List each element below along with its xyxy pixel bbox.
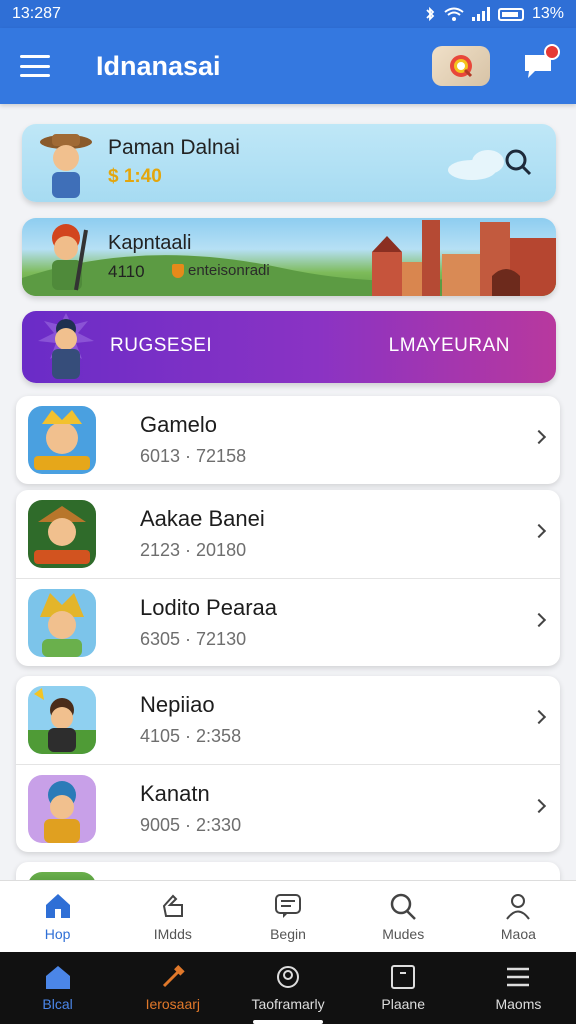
chevron-right-icon	[531, 523, 547, 539]
sys-nav-label: Plaane	[381, 996, 425, 1012]
banner-balance: $ 1:40	[108, 166, 162, 187]
record-icon	[277, 966, 299, 988]
status-bar: 13:287 13%	[0, 0, 576, 28]
banner-title: Paman Dalnai	[108, 136, 240, 159]
status-time: 13:287	[12, 5, 61, 22]
nav-modes[interactable]: IMdds	[115, 881, 230, 952]
banner-title: Kapntaali	[108, 232, 192, 254]
search-icon	[390, 893, 417, 920]
list-item[interactable]: Lodito Pearaa 6305 · 72130	[16, 578, 560, 666]
nav-search[interactable]: Mudes	[346, 881, 461, 952]
sys-nav-menu[interactable]: Maoms	[461, 952, 576, 1024]
list-item-title: Aakae Banei	[140, 506, 265, 531]
sys-nav-family[interactable]: Taoframarly	[230, 952, 345, 1024]
game-thumb-icon	[28, 589, 96, 657]
system-nav: Blcal Ierosaarj Taoframarly Plaane Maoms	[0, 952, 576, 1024]
bluetooth-icon	[426, 6, 435, 22]
nav-begin[interactable]: Begin	[230, 881, 345, 952]
home-icon	[45, 966, 70, 989]
list-item[interactable]: Nepiiao 4105 · 2:358	[16, 676, 560, 764]
sys-nav-home[interactable]: Blcal	[0, 952, 115, 1024]
banner-tag: enteisonradi	[172, 262, 270, 279]
sys-nav-label: Maoms	[495, 996, 542, 1012]
list-item-stats: 6305 · 72130	[140, 629, 247, 649]
sys-nav-label: Blcal	[42, 996, 73, 1012]
game-thumb-icon	[28, 775, 96, 843]
list-item-title: Kanatn	[140, 781, 210, 806]
search-button[interactable]	[432, 46, 490, 86]
banner-profile[interactable]: Paman Dalnai $ 1:40	[22, 124, 556, 202]
nav-label: IMdds	[153, 925, 192, 942]
notifications-button[interactable]	[520, 44, 560, 84]
status-icons: 13%	[424, 5, 564, 23]
banner-castle[interactable]: Kapntaali 4110 enteisonradi	[22, 218, 556, 296]
list-item[interactable]: Gamelo 6013 · 72158	[16, 396, 560, 484]
chevron-right-icon	[531, 429, 547, 445]
home-indicator	[253, 1020, 323, 1024]
list-item-stats: 2123 · 20180	[140, 540, 247, 560]
hamburger-icon	[507, 967, 530, 987]
battery-percent: 13%	[531, 5, 564, 22]
list-item-title: Lodito Pearaa	[140, 595, 277, 620]
game-thumb-icon	[28, 500, 96, 568]
sys-nav-tools[interactable]: Ierosaarj	[115, 952, 230, 1024]
game-thumb-peek	[28, 872, 96, 880]
promo-left-label: RUGSESEI	[110, 335, 213, 356]
hero-avatar-icon	[38, 313, 94, 379]
menu-icon[interactable]	[20, 55, 50, 77]
nav-label: Maoa	[500, 925, 536, 942]
notification-dot	[544, 44, 560, 60]
sys-nav-label: Taoframarly	[251, 996, 325, 1012]
list-item[interactable]: Kanatn 9005 · 2:330	[16, 764, 560, 852]
battery-icon	[497, 7, 524, 21]
home-icon	[45, 893, 70, 918]
bottom-nav: Hop IMdds Begin Mudes Maoa	[0, 880, 576, 952]
chevron-right-icon	[531, 612, 547, 628]
chevron-right-icon	[531, 709, 547, 725]
warrior-avatar-icon	[52, 224, 88, 291]
character-avatar-icon	[40, 134, 92, 198]
banner-search-icon[interactable]	[502, 146, 534, 178]
search-icon	[450, 55, 473, 78]
chevron-right-icon	[531, 798, 547, 814]
list-item-title: Nepiiao	[140, 692, 215, 717]
list-item-stats: 4105 · 2:358	[140, 726, 242, 746]
game-list-card-1: Gamelo 6013 · 72158	[16, 396, 560, 484]
promo-right-label[interactable]: LMAYEURAN	[389, 335, 510, 357]
nav-profile[interactable]: Maoa	[461, 881, 576, 952]
app-bar: Idnanasai	[0, 28, 576, 104]
game-thumb-icon	[28, 406, 96, 474]
hammer-icon	[162, 965, 185, 988]
page-title: Idnanasai	[96, 50, 221, 81]
list-item-title: Gamelo	[140, 412, 218, 437]
main-content: Paman Dalnai $ 1:40 Kapntaali 4110 entei…	[0, 104, 576, 880]
signal-icon	[471, 7, 490, 21]
game-list-card-4	[16, 862, 560, 880]
list-item[interactable]: Aakae Banei 2123 · 20180	[16, 490, 560, 578]
message-icon	[275, 893, 301, 918]
square-icon	[391, 965, 416, 989]
list-item-stats: 9005 · 2:330	[140, 815, 242, 835]
hand-icon	[162, 894, 183, 917]
banner-promo[interactable]: RUGSESEI LMAYEURAN	[22, 311, 556, 383]
person-icon	[506, 893, 531, 920]
sys-nav-plans[interactable]: Plaane	[346, 952, 461, 1024]
nav-label: Begin	[270, 925, 306, 942]
nav-home[interactable]: Hop	[0, 881, 115, 952]
nav-label: Hop	[44, 925, 71, 942]
nav-label: Mudes	[382, 925, 425, 942]
wifi-icon	[444, 7, 464, 21]
game-list-card-3: Nepiiao 4105 · 2:358 Kanatn 9005 · 2:330	[16, 676, 560, 852]
sys-nav-label: Ierosaarj	[145, 996, 201, 1012]
banner-count: 4110	[108, 262, 145, 281]
game-list-card-2: Aakae Banei 2123 · 20180 Lodito Pearaa 6…	[16, 490, 560, 666]
shield-icon	[172, 263, 184, 278]
list-item-stats: 6013 · 72158	[140, 446, 247, 466]
game-thumb-icon	[28, 686, 96, 754]
